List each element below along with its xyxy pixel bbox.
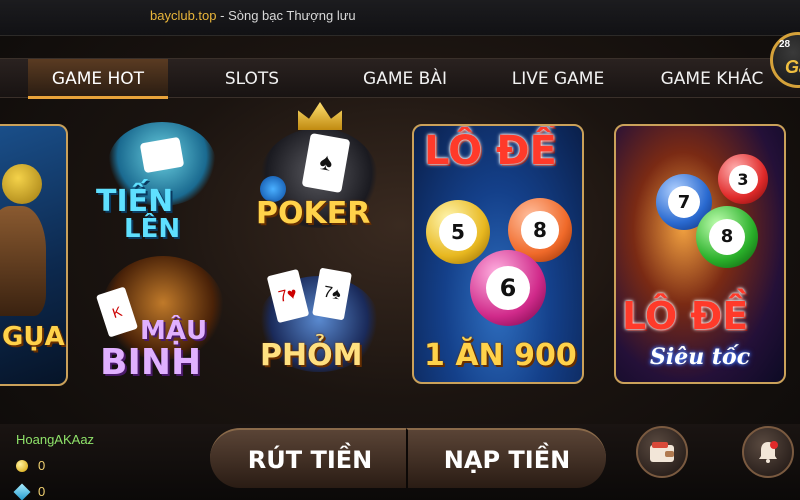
gold-value: 0: [38, 458, 46, 473]
game-card-lo-de-sieu-toc[interactable]: 7 3 8 LÔ ĐỀ Siêu tốc: [614, 124, 786, 384]
poker-label: POKER: [256, 196, 371, 231]
site-domain: bayclub.top: [150, 8, 217, 23]
tab-live-game[interactable]: LIVE GAME: [500, 59, 616, 99]
tab-game-khac[interactable]: GAME KHÁC: [654, 59, 770, 99]
jockey-icon: [2, 164, 42, 204]
game-card-horse-racing[interactable]: GỤA: [0, 124, 68, 386]
horse-icon: [0, 206, 46, 316]
gem-icon: [13, 483, 31, 500]
crown-icon: [298, 102, 342, 130]
lo-de-sieu-toc-subtitle: Siêu tốc: [650, 344, 751, 370]
tab-game-bai[interactable]: GAME BÀI: [348, 59, 462, 99]
lottery-ball-6: 6: [470, 250, 546, 326]
mau-binh-line2: BINH: [100, 342, 202, 383]
bell-icon: [759, 441, 778, 463]
site-title: bayclub.top - Sòng bạc Thượng lưu: [150, 8, 356, 23]
tien-len-line2: LÊN: [124, 214, 181, 244]
site-tagline: Sòng bạc Thượng lưu: [228, 8, 356, 23]
title-separator: -: [216, 8, 229, 23]
category-tabs: GAME HOT SLOTS GAME BÀI LIVE GAME GAME K…: [0, 58, 800, 99]
lo-de-title: LÔ ĐỀ: [424, 128, 557, 174]
lottery-ball-5: 5: [426, 200, 490, 264]
logo-number: 28: [779, 39, 791, 50]
horse-racing-label: GỤA: [2, 322, 65, 352]
wallet-icon: [650, 442, 674, 462]
game-lobby: bayclub.top - Sòng bạc Thượng lưu GAME H…: [0, 0, 800, 500]
gold-balance: 0: [16, 458, 45, 473]
lo-de-sieu-toc-title: LÔ ĐỀ: [622, 294, 749, 338]
tab-game-hot[interactable]: GAME HOT: [28, 59, 168, 99]
phom-label: PHỎM: [260, 338, 363, 373]
username: HoangAKAaz: [16, 432, 95, 447]
gem-balance: 0: [13, 483, 46, 500]
gem-value: 0: [38, 484, 46, 499]
game-tile-mau-binh[interactable]: K MẬU BINH: [92, 250, 232, 390]
tab-slots[interactable]: SLOTS: [200, 59, 304, 99]
lo-de-caption: 1 ĂN 900: [424, 338, 577, 373]
top-bar: bayclub.top - Sòng bạc Thượng lưu: [0, 0, 800, 36]
lottery-ball-3: 3: [718, 154, 768, 204]
game-tile-phom[interactable]: 7♥ 7♠ PHỎM: [250, 262, 390, 386]
gold-coin-icon: [16, 459, 28, 472]
game-tile-poker[interactable]: ♠ POKER: [250, 100, 390, 240]
game-tile-tien-len[interactable]: TIẾN LÊN: [92, 118, 232, 244]
deposit-button[interactable]: NẠP TIỀN: [406, 428, 606, 488]
game-card-lo-de[interactable]: LÔ ĐỀ 5 8 6 1 ĂN 900: [412, 124, 584, 384]
notification-button[interactable]: [742, 426, 794, 478]
withdraw-button[interactable]: RÚT TIỀN: [210, 428, 410, 488]
lottery-ball-8-green: 8: [696, 206, 758, 268]
logo-mark: Ga: [785, 57, 800, 77]
wallet-button[interactable]: [636, 426, 688, 478]
